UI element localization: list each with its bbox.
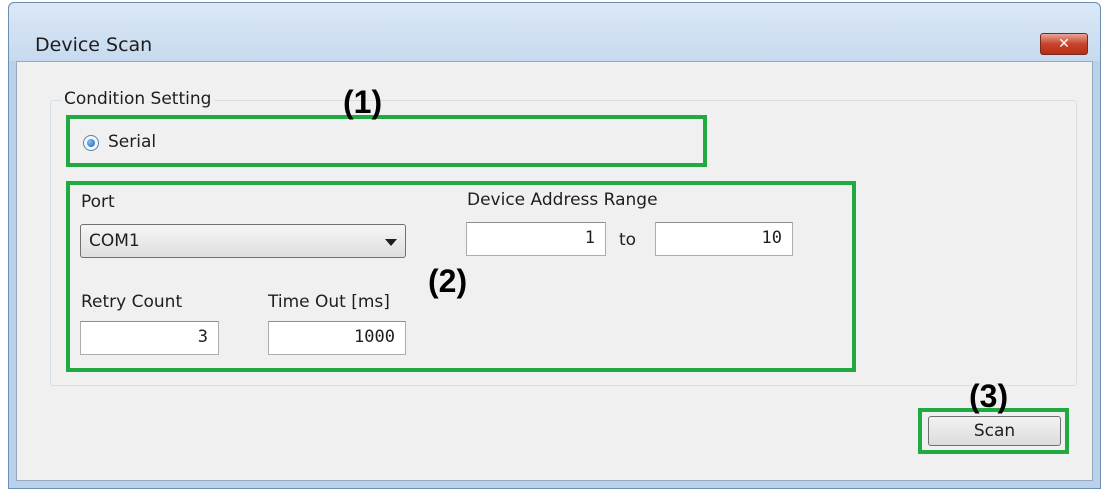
condition-setting-legend: Condition Setting	[61, 89, 215, 109]
close-icon: ✕	[1058, 36, 1070, 52]
title-bar[interactable]: Device Scan ✕	[9, 3, 1100, 61]
callout-1-number: (1)	[343, 84, 383, 120]
close-button[interactable]: ✕	[1040, 33, 1088, 55]
callout-1-box	[66, 115, 707, 167]
callout-3-number: (3)	[969, 378, 1009, 414]
window-title: Device Scan	[35, 34, 153, 56]
callout-2-number: (2)	[428, 263, 468, 299]
